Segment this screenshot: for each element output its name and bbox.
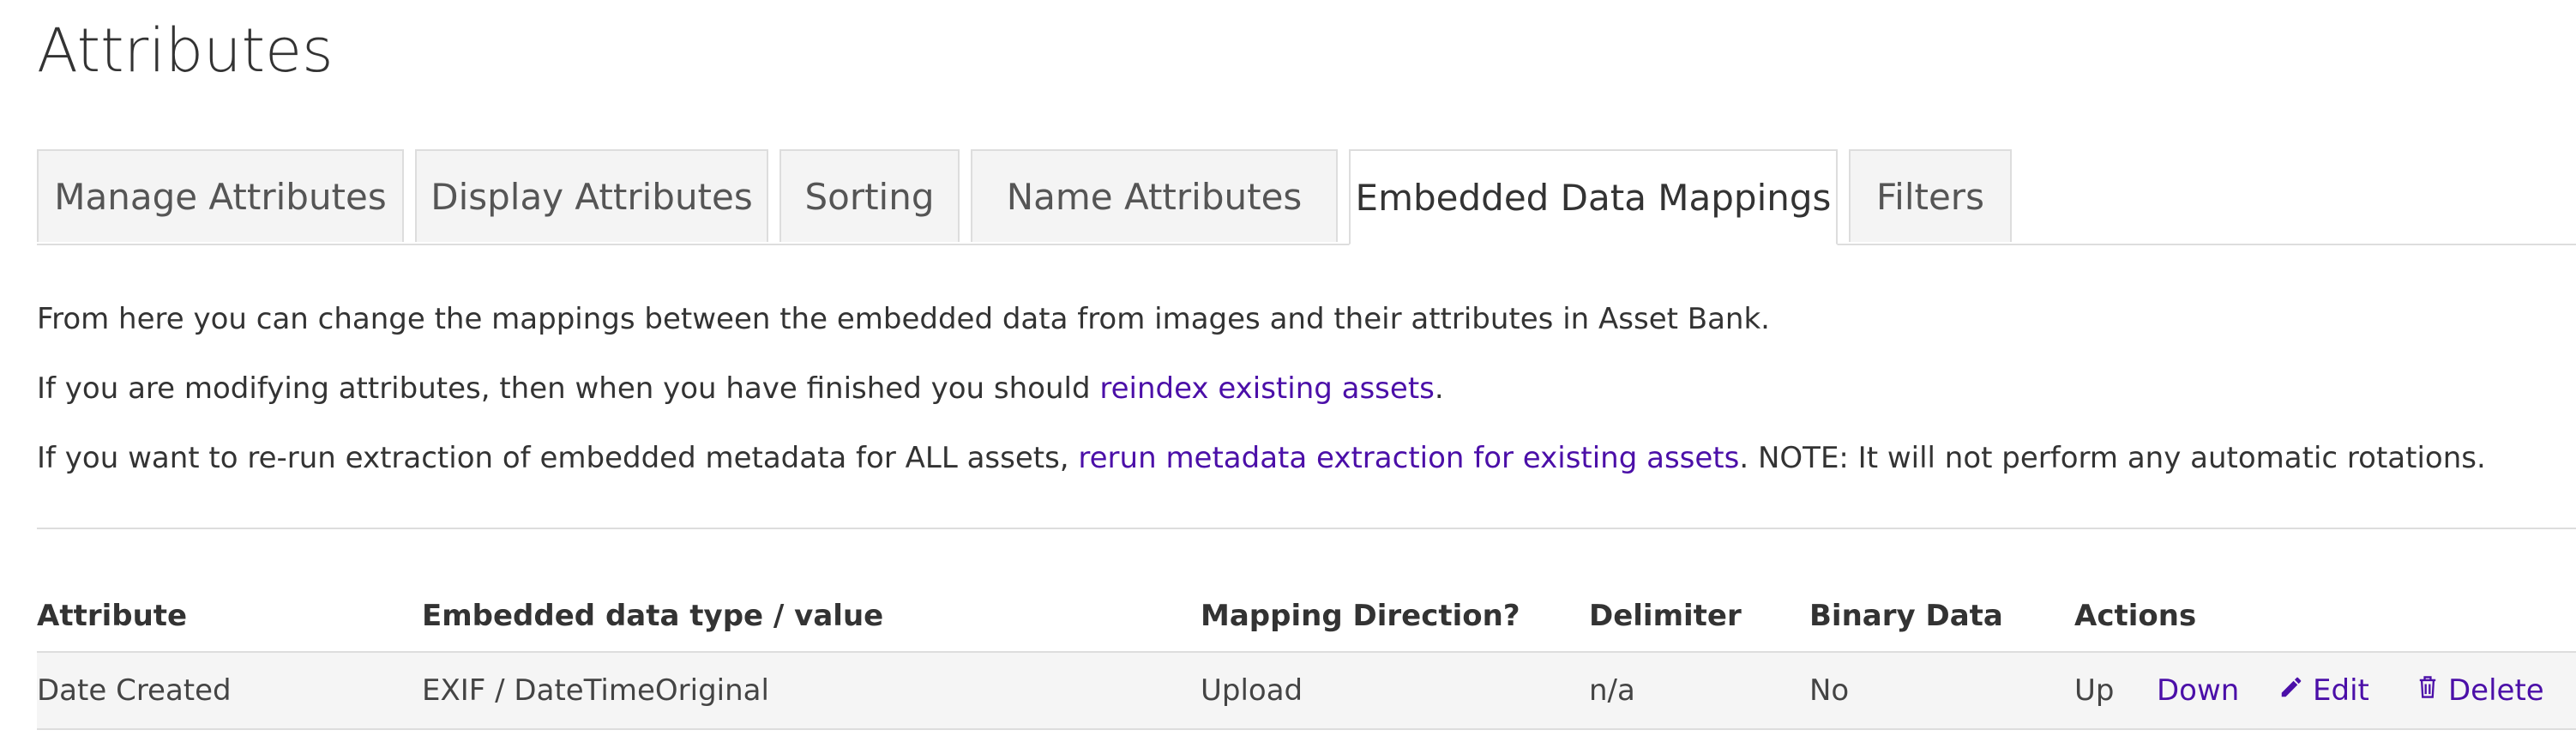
header-attribute: Attribute [37, 599, 188, 633]
up-action: Up [2074, 673, 2115, 708]
header-embedded-data: Embedded data type / value [422, 599, 884, 633]
intro-text-3: If you want to re-run extraction of embe… [37, 441, 2486, 475]
rerun-extraction-link[interactable]: rerun metadata extraction for existing a… [1078, 441, 1739, 475]
cell-mapping-direction: Upload [1201, 673, 1303, 708]
cell-attribute: Date Created [37, 673, 232, 708]
tab-display-attributes[interactable]: Display Attributes [415, 149, 768, 242]
intro-text-3-suffix: . NOTE: It will not perform any automati… [1739, 441, 2486, 475]
tab-filters[interactable]: Filters [1849, 149, 2012, 242]
intro-text-2-prefix: If you are modifying attributes, then wh… [37, 371, 1100, 406]
intro-text-2: If you are modifying attributes, then wh… [37, 371, 1444, 406]
down-button[interactable]: Down [2157, 673, 2239, 708]
cell-delimiter: n/a [1589, 673, 1635, 708]
page-title: Attributes [37, 15, 334, 86]
cell-binary-data: No [1809, 673, 1850, 708]
intro-text-1: From here you can change the mappings be… [37, 302, 1770, 336]
tab-sorting[interactable]: Sorting [779, 149, 960, 242]
intro-text-3-prefix: If you want to re-run extraction of embe… [37, 441, 1079, 475]
section-divider [37, 528, 2576, 529]
edit-label: Edit [2313, 673, 2369, 708]
header-mapping-direction: Mapping Direction? [1201, 599, 1520, 633]
header-actions: Actions [2074, 599, 2197, 633]
tab-name-attributes[interactable]: Name Attributes [971, 149, 1338, 242]
reindex-link[interactable]: reindex existing assets [1099, 371, 1435, 406]
header-delimiter: Delimiter [1589, 599, 1742, 633]
tab-embedded-data-mappings[interactable]: Embedded Data Mappings [1349, 149, 1838, 245]
tab-manage-attributes[interactable]: Manage Attributes [37, 149, 404, 242]
intro-text-2-suffix: . [1434, 371, 1444, 406]
page: Attributes Manage Attributes Display Att… [0, 0, 2576, 742]
tab-bar-divider [37, 244, 2576, 245]
edit-button[interactable]: Edit [2278, 673, 2369, 708]
trash-icon [2416, 673, 2440, 708]
cell-embedded-data: EXIF / DateTimeOriginal [422, 673, 769, 708]
header-binary-data: Binary Data [1809, 599, 2003, 633]
tab-bar: Manage Attributes Display Attributes Sor… [37, 149, 2576, 245]
delete-label: Delete [2448, 673, 2544, 708]
pencil-icon [2278, 673, 2304, 708]
delete-button[interactable]: Delete [2416, 673, 2544, 708]
